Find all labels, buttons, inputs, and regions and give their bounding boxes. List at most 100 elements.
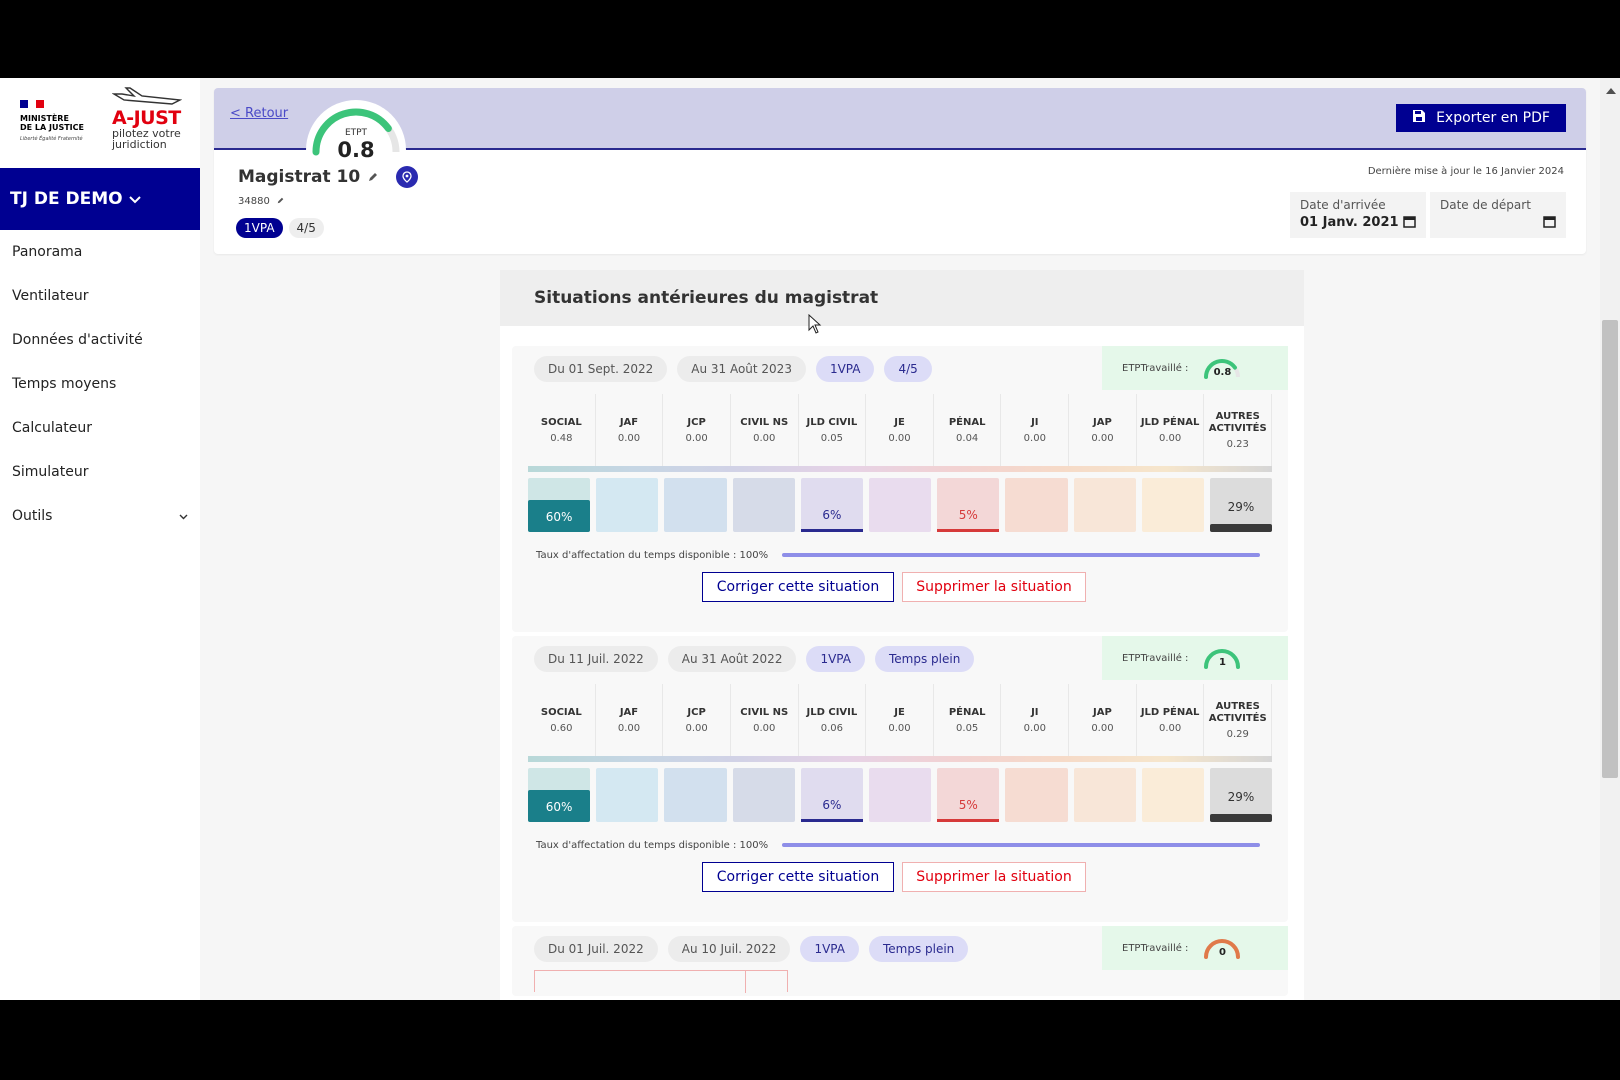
magistrate-tags: 1VPA 4/5: [236, 218, 324, 238]
nav-label: Temps moyens: [12, 376, 117, 392]
etp-mini-gauge: 0.8: [1200, 353, 1244, 383]
scrollbar-thumb[interactable]: [1602, 320, 1618, 778]
activity-column: SOCIAL 0.48: [528, 394, 596, 466]
activity-etp-value: 0.00: [1023, 432, 1046, 444]
ministry-line-2: DE LA JUSTICE: [20, 123, 84, 132]
activity-block: 5%: [937, 768, 1000, 822]
etpt-label: ETPT: [344, 128, 368, 138]
nav-label: Ventilateur: [12, 288, 89, 304]
chevron-down-icon: [128, 189, 141, 209]
activity-etp-value: 0.00: [1158, 432, 1182, 444]
scroll-up-arrow[interactable]: [1606, 88, 1616, 94]
activity-name: AUTRES ACTIVITÉS: [1208, 410, 1267, 434]
delete-situation-button[interactable]: Supprimer la situation: [902, 862, 1086, 892]
start-date-pill: Du 01 Juil. 2022: [534, 936, 658, 962]
function-pill: 1VPA: [815, 356, 875, 382]
activity-block: [1073, 768, 1136, 822]
activity-etp-value: 0.00: [1158, 722, 1182, 734]
nav-item-ventilateur[interactable]: Ventilateur: [0, 274, 200, 318]
start-date-pill: Du 11 Juil. 2022: [534, 646, 658, 672]
activity-column: PÉNAL 0.05: [934, 684, 1002, 756]
departure-date-label: Date de départ: [1440, 198, 1531, 212]
activity-etp-value: 0.29: [1226, 728, 1249, 740]
end-date-pill: Au 31 Août 2023: [677, 356, 806, 382]
activity-percent: 60%: [545, 800, 573, 814]
activity-percent: 60%: [545, 510, 573, 524]
activity-column: PÉNAL 0.04: [934, 394, 1002, 466]
activity-etp-value: 0.00: [617, 432, 641, 444]
function-pill: 1VPA: [806, 646, 865, 672]
chevron-down-icon: [179, 508, 188, 524]
header-band: < Retour Exporter en PDF: [214, 88, 1586, 150]
activity-name: JAF: [619, 706, 639, 718]
arrival-date-value: 01 Janv. 2021: [1300, 215, 1399, 230]
activity-block: 5%: [937, 478, 1000, 532]
activity-etp-value: 0.04: [956, 432, 979, 444]
ministry-line-1: MINISTÈRE: [20, 114, 69, 123]
situation-card: Du 11 Juil. 2022 Au 31 Août 2022 1VPA Te…: [512, 636, 1288, 922]
export-pdf-button[interactable]: Exporter en PDF: [1396, 104, 1566, 132]
location-pin-icon[interactable]: [396, 166, 419, 188]
activity-percent: 29%: [1227, 500, 1255, 514]
activity-column: JLD CIVIL 0.06: [799, 684, 867, 756]
fix-situation-button[interactable]: Corriger cette situation: [702, 862, 894, 892]
fix-situation-button[interactable]: Corriger cette situation: [702, 572, 894, 602]
magistrate-id: 34880: [238, 196, 284, 207]
edit-icon[interactable]: [277, 196, 284, 207]
back-link[interactable]: < Retour: [230, 106, 288, 121]
activity-block: [732, 478, 795, 532]
scrollbar[interactable]: [1600, 78, 1620, 1000]
time-pill: Temps plein: [874, 646, 975, 672]
activity-etp-value: 0.00: [1091, 722, 1114, 734]
activity-name: JLD CIVIL: [806, 706, 858, 718]
end-date-pill: Au 31 Août 2022: [667, 646, 797, 672]
activity-column: JLD CIVIL 0.05: [799, 394, 867, 466]
activity-column: JE 0.00: [866, 394, 934, 466]
activity-block: [868, 768, 932, 822]
magistrate-id-text: 34880: [238, 196, 270, 207]
plane-icon: [111, 86, 192, 108]
activity-name: JE: [894, 706, 905, 718]
activity-etp-value: 0.00: [753, 432, 776, 444]
activity-block: [1005, 768, 1068, 822]
activity-block: [596, 768, 659, 822]
activity-column: JAP 0.00: [1069, 394, 1137, 466]
delete-situation-button[interactable]: Supprimer la situation: [902, 572, 1086, 602]
nav-item-donnees-activite[interactable]: Données d'activité: [0, 318, 200, 362]
activity-name: JCP: [687, 416, 706, 428]
departure-date-field[interactable]: Date de départ: [1430, 192, 1566, 238]
activity-column: JAP 0.00: [1069, 684, 1137, 756]
calendar-icon[interactable]: [1543, 215, 1556, 232]
ajust-logo[interactable]: A-JUST pilotez votre juridiction: [111, 86, 192, 151]
activity-percent: 6%: [822, 508, 842, 522]
nav-item-outils[interactable]: Outils: [0, 494, 200, 538]
activity-column: SOCIAL 0.60: [528, 684, 596, 756]
nav-item-temps-moyens[interactable]: Temps moyens: [0, 362, 200, 406]
activity-block: 29%: [1209, 768, 1273, 822]
brand-name: A-JUST: [112, 107, 181, 129]
activity-block: [664, 768, 727, 822]
activity-column: JCP 0.00: [663, 684, 731, 756]
activity-name: CIVIL NS: [740, 416, 789, 428]
allocation-rate-bar: [782, 843, 1260, 847]
ministry-logo: MINISTÈRE DE LA JUSTICE Liberté Égalité …: [20, 100, 92, 142]
magistrate-name-text: Magistrat 10: [238, 167, 361, 187]
activity-name: JLD PÉNAL: [1140, 706, 1200, 718]
court-selector[interactable]: TJ DE DEMO: [0, 168, 200, 230]
activity-block: [868, 478, 932, 532]
activity-etp-value: 0.00: [685, 432, 708, 444]
nav-item-simulateur[interactable]: Simulateur: [0, 450, 200, 494]
calendar-icon[interactable]: [1403, 215, 1416, 232]
nav-item-panorama[interactable]: Panorama: [0, 230, 200, 274]
etp-worked-value: 1: [1218, 657, 1226, 668]
arrival-date-label: Date d'arrivée: [1300, 198, 1386, 212]
export-label: Exporter en PDF: [1436, 110, 1550, 126]
activity-block: [732, 768, 795, 822]
edit-icon[interactable]: [368, 167, 378, 187]
arrival-date-field[interactable]: Date d'arrivée 01 Janv. 2021: [1290, 192, 1426, 238]
ministry-motto: Liberté Égalité Fraternité: [20, 136, 83, 142]
activity-column: JE 0.00: [866, 684, 934, 756]
situations-panel: Situations antérieures du magistrat Du 0…: [500, 270, 1304, 1000]
brand-tagline: pilotez votre juridiction: [112, 127, 181, 151]
nav-item-calculateur[interactable]: Calculateur: [0, 406, 200, 450]
